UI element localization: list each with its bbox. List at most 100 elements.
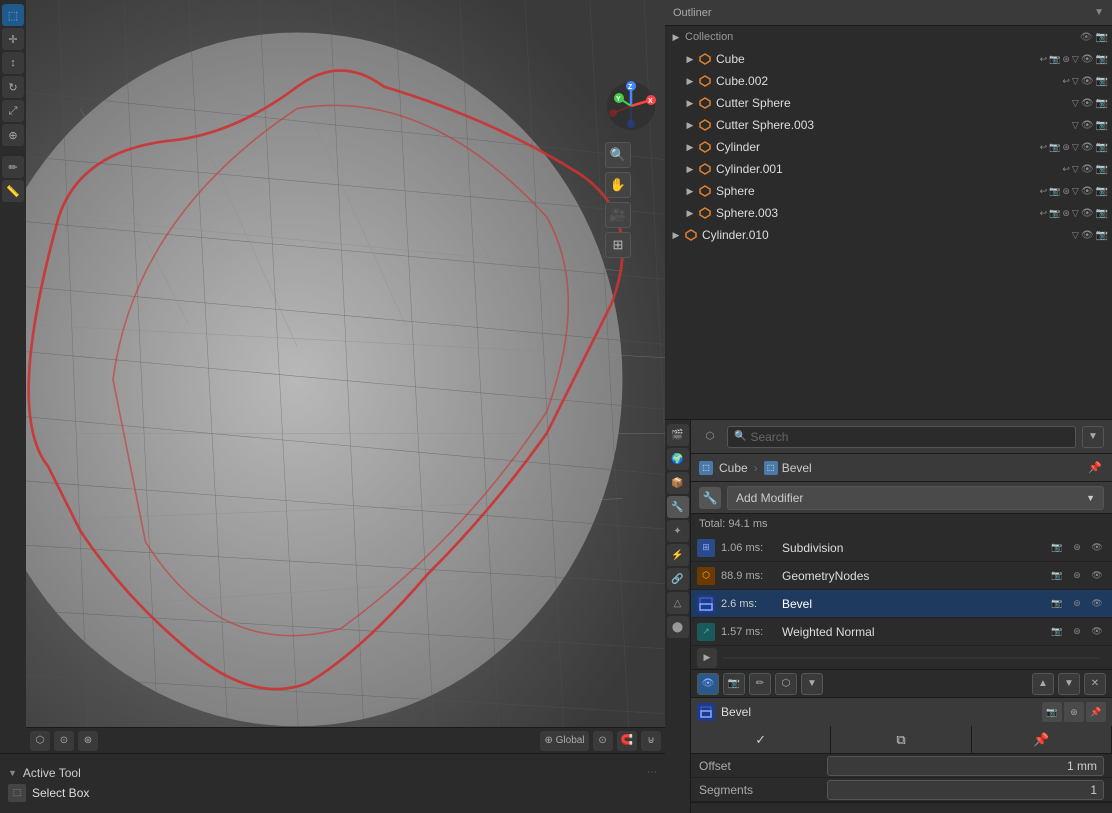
segments-value[interactable]: 1 <box>827 780 1104 800</box>
cyl010-rendercam[interactable]: 📷 <box>1096 230 1108 241</box>
props-mode-selector[interactable]: ⬡ <box>699 426 721 448</box>
pin-btn[interactable]: 📌 <box>1086 459 1104 477</box>
cyl001-eye[interactable]: 👁 <box>1081 164 1094 175</box>
axis-gizmo[interactable]: Z X Y <box>605 80 657 132</box>
modifier-row-geonodes[interactable]: ⬡ 88.9 ms: GeometryNodes 📷 ⊛ 👁 <box>691 562 1112 590</box>
edit-mode-btn[interactable]: ✏ <box>749 673 771 695</box>
tab-world[interactable]: 🌍 <box>667 448 689 470</box>
tab-scene[interactable]: 🎬 <box>667 424 689 446</box>
tree-item-cylinder[interactable]: ▶ Cylinder ↩ 📷 ⊛ ▽ 👁 📷 <box>665 136 1112 158</box>
cube002-arrow[interactable]: ▶ <box>683 74 697 88</box>
proportional-edit-btn[interactable]: ⊎ <box>641 731 661 751</box>
cube-arrow[interactable]: ▶ <box>683 52 697 66</box>
offset-value[interactable]: 1 mm <box>827 756 1104 776</box>
render-btn[interactable]: 📷 <box>723 673 745 695</box>
tab-material[interactable]: ⬤ <box>667 616 689 638</box>
collection-vis-eye[interactable]: 👁 <box>1080 32 1093 43</box>
subdivision-cam[interactable]: 📷 <box>1048 539 1066 557</box>
breadcrumb-object[interactable]: Cube <box>719 461 748 475</box>
cube-rendercam[interactable]: 📷 <box>1096 54 1108 65</box>
tree-item-sphere003[interactable]: ▶ Sphere.003 ↩ 📷 ⊛ ▽ 👁 📷 <box>665 202 1112 224</box>
collection-header[interactable]: ▶ Collection 👁 📷 <box>665 26 1112 48</box>
delete-btn[interactable]: ✕ <box>1084 673 1106 695</box>
bevel-cam[interactable]: 📷 <box>1048 595 1066 613</box>
move-btn[interactable]: ↕ <box>2 52 24 74</box>
modifier-row-bevel[interactable]: 2.6 ms: Bevel 📷 ⊛ 👁 <box>691 590 1112 618</box>
select-tool-btn[interactable]: ⬚ <box>2 4 24 26</box>
viewport-overlay-btn[interactable]: ⊙ <box>54 731 74 751</box>
subdivision-eye[interactable]: 👁 <box>1088 539 1106 557</box>
tree-item-cutter-sphere003[interactable]: ▶ Cutter Sphere.003 ▽ 👁 📷 <box>665 114 1112 136</box>
cyl001-arrow[interactable]: ▶ <box>683 162 697 176</box>
active-tool-more[interactable]: ⋯ <box>647 767 657 778</box>
cs-rendercam[interactable]: 📷 <box>1096 98 1108 109</box>
wn-render[interactable]: ⊛ <box>1068 623 1086 641</box>
geonodes-cam[interactable]: 📷 <box>1048 567 1066 585</box>
modifier-row-weighted-normal[interactable]: ↗ 1.57 ms: Weighted Normal 📷 ⊛ 👁 <box>691 618 1112 646</box>
search-box[interactable]: 🔍 Search <box>727 426 1076 448</box>
geonodes-render[interactable]: ⊛ <box>1068 567 1086 585</box>
bevel-render[interactable]: ⊛ <box>1068 595 1086 613</box>
transform-orient-btn[interactable]: ⊕ Global <box>540 731 588 751</box>
measure-btn[interactable]: 📏 <box>2 180 24 202</box>
pan-btn[interactable]: ✋ <box>605 172 631 198</box>
realtime-btn[interactable]: 👁 <box>697 673 719 695</box>
cyl-eye[interactable]: 👁 <box>1081 142 1094 153</box>
cage-btn[interactable]: ⬡ <box>775 673 797 695</box>
cube002-eye[interactable]: 👁 <box>1081 76 1094 87</box>
viewport[interactable]: ⬚ ✛ ↕ ↻ ⤢ ⊕ ✏ 📏 Z X Y <box>0 0 665 813</box>
collection-arrow[interactable]: ▶ <box>669 30 683 44</box>
collection-vis-cam[interactable]: 📷 <box>1096 32 1108 43</box>
cutter-sphere-arrow[interactable]: ▶ <box>683 96 697 110</box>
sphere-arrow[interactable]: ▶ <box>683 184 697 198</box>
cursor-btn[interactable]: ✛ <box>2 28 24 50</box>
pivot-btn[interactable]: ⊙ <box>593 731 613 751</box>
cyl-rendercam[interactable]: 📷 <box>1096 142 1108 153</box>
sph003-arrow[interactable]: ▶ <box>683 206 697 220</box>
tree-item-cube002[interactable]: ▶ Cube.002 ↩ ▽ 👁 📷 <box>665 70 1112 92</box>
props-filter-btn[interactable]: ▼ <box>1082 426 1104 448</box>
modifier-row-subdivision[interactable]: ⊞ 1.06 ms: Subdivision 📷 ⊛ 👁 <box>691 534 1112 562</box>
cylinder-arrow[interactable]: ▶ <box>683 140 697 154</box>
subdivision-render[interactable]: ⊛ <box>1068 539 1086 557</box>
wn-cam[interactable]: 📷 <box>1048 623 1066 641</box>
tab-physics[interactable]: ⚡ <box>667 544 689 566</box>
move-up-btn[interactable]: ▲ <box>1032 673 1054 695</box>
apply-btn[interactable]: ✓ <box>691 726 831 753</box>
xray-btn[interactable]: ⊛ <box>78 731 98 751</box>
mod-save-btn[interactable]: 📷 <box>1042 702 1062 722</box>
rotate-btn[interactable]: ↻ <box>2 76 24 98</box>
tab-data[interactable]: △ <box>667 592 689 614</box>
transform-btn[interactable]: ⊕ <box>2 124 24 146</box>
move-to-first-btn[interactable]: 📌 <box>972 726 1112 753</box>
tab-particles[interactable]: ✦ <box>667 520 689 542</box>
tree-item-cylinder010[interactable]: ▶ Cylinder.010 ▽ 👁 📷 <box>665 224 1112 246</box>
cs-eye[interactable]: 👁 <box>1081 98 1094 109</box>
camera-btn[interactable]: 🎥 <box>605 202 631 228</box>
sph003-eye[interactable]: 👁 <box>1081 208 1094 219</box>
tab-object[interactable]: 📦 <box>667 472 689 494</box>
cyl001-rendercam[interactable]: 📷 <box>1096 164 1108 175</box>
viewport-shading-btn[interactable]: ⬡ <box>30 731 50 751</box>
scale-btn[interactable]: ⤢ <box>2 100 24 122</box>
wn-eye[interactable]: 👁 <box>1088 623 1106 641</box>
sph-eye[interactable]: 👁 <box>1081 186 1094 197</box>
annotate-btn[interactable]: ✏ <box>2 156 24 178</box>
mod-copy-btn[interactable]: ⊛ <box>1064 702 1084 722</box>
cs003-arrow[interactable]: ▶ <box>683 118 697 132</box>
cube002-rendercam[interactable]: 📷 <box>1096 76 1108 87</box>
sph-rendercam[interactable]: 📷 <box>1096 186 1108 197</box>
sph003-rendercam[interactable]: 📷 <box>1096 208 1108 219</box>
outliner-content[interactable]: ▶ Collection 👁 📷 ▶ Cube ↩ 📷 ⊛ ▽ <box>665 26 1112 419</box>
move-down-btn[interactable]: ▼ <box>1058 673 1080 695</box>
mod-pin-btn[interactable]: 📌 <box>1086 702 1106 722</box>
cs003-eye[interactable]: 👁 <box>1081 120 1094 131</box>
bevel-eye[interactable]: 👁 <box>1088 595 1106 613</box>
geonodes-eye[interactable]: 👁 <box>1088 567 1106 585</box>
cyl010-eye[interactable]: 👁 <box>1081 230 1094 241</box>
tree-item-cutter-sphere[interactable]: ▶ Cutter Sphere ▽ 👁 📷 <box>665 92 1112 114</box>
tree-item-cylinder001[interactable]: ▶ Cylinder.001 ↩ ▽ 👁 📷 <box>665 158 1112 180</box>
outliner-filter-btn[interactable]: ▼ <box>1094 7 1104 18</box>
play-btn[interactable]: ▶ <box>697 648 717 668</box>
tab-modifier[interactable]: 🔧 <box>667 496 689 518</box>
